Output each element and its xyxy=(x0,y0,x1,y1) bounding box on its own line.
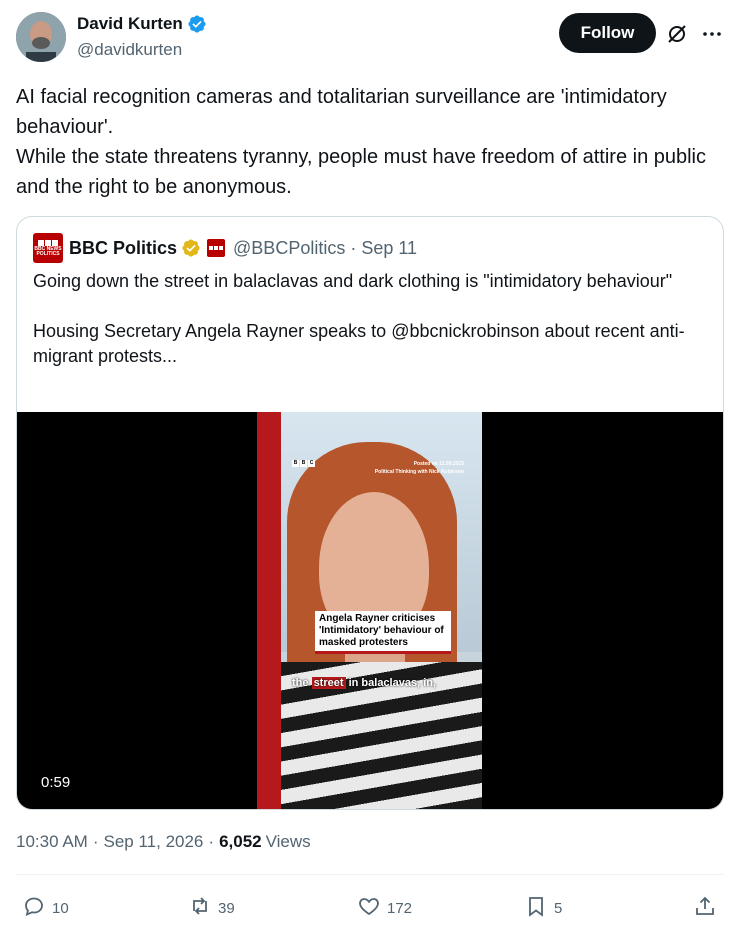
video-subtitle: the street in balaclavas, in, xyxy=(292,677,436,689)
repost-button[interactable]: 39 xyxy=(188,894,235,922)
quote-date[interactable]: Sep 11 xyxy=(361,238,417,259)
verified-badge-icon xyxy=(187,14,207,34)
video-frame: BBC Posted on 11.09.2025 Political Think… xyxy=(257,412,482,809)
bookmark-button[interactable]: 5 xyxy=(524,894,562,922)
quote-text: Going down the street in balaclavas and … xyxy=(33,269,709,369)
tweet-text-line: AI facial recognition cameras and totali… xyxy=(16,86,667,138)
like-count: 172 xyxy=(387,899,413,917)
author-name-row[interactable]: David Kurten xyxy=(77,14,207,34)
gold-verified-badge-icon xyxy=(181,238,201,258)
tweet-time[interactable]: 10:30 AM xyxy=(16,832,88,852)
grok-icon[interactable] xyxy=(665,22,689,46)
tweet-date[interactable]: Sep 11, 2026 xyxy=(104,832,204,852)
reply-button[interactable]: 10 xyxy=(22,894,69,922)
quoted-tweet-card[interactable]: BBC NEWS POLITICS BBC Politics @BBCPolit… xyxy=(16,216,724,810)
share-icon xyxy=(693,894,717,922)
separator-dot: · xyxy=(350,237,357,258)
quote-avatar-text: BBC NEWS POLITICS xyxy=(34,245,62,257)
author-handle[interactable]: @davidkurten xyxy=(77,40,182,60)
subtitle-highlight: street xyxy=(311,677,346,689)
quote-text-paragraph: Going down the street in balaclavas and … xyxy=(33,271,673,291)
like-button[interactable]: 172 xyxy=(357,894,412,922)
bookmark-icon xyxy=(524,894,548,922)
quote-author-name[interactable]: BBC Politics xyxy=(69,238,177,259)
views-count: 6,052 xyxy=(219,832,262,851)
reply-count: 10 xyxy=(52,899,69,917)
video-duration: 0:59 xyxy=(35,772,77,793)
more-icon[interactable] xyxy=(700,22,724,46)
reply-icon xyxy=(22,894,46,922)
views-label: Views xyxy=(265,832,311,851)
bookmark-count: 5 xyxy=(554,899,563,917)
tweet-text-line: While the state threatens tyranny, peopl… xyxy=(16,146,706,198)
video-bbc-logo: BBC xyxy=(292,460,315,467)
separator-dot: · xyxy=(92,832,99,851)
follow-button[interactable]: Follow xyxy=(559,13,656,53)
heart-icon xyxy=(357,894,381,922)
tweet: David Kurten @davidkurten Follow AI faci… xyxy=(0,0,744,936)
subtitle-pre: the xyxy=(292,677,309,689)
video-meta-line: Political Thinking with Nick Robinson xyxy=(374,469,464,475)
share-button[interactable] xyxy=(693,894,717,922)
quote-avatar[interactable]: BBC NEWS POLITICS xyxy=(33,233,63,263)
tweet-meta: 10:30 AM · Sep 11, 2026 · 6,052 Views xyxy=(16,832,311,852)
tweet-text: AI facial recognition cameras and totali… xyxy=(16,82,728,202)
video-player[interactable]: BBC Posted on 11.09.2025 Political Think… xyxy=(17,412,723,809)
author-name[interactable]: David Kurten xyxy=(77,14,183,34)
affiliate-badge-icon[interactable] xyxy=(207,239,226,257)
subtitle-post: in balaclavas, in, xyxy=(348,677,437,689)
repost-count: 39 xyxy=(218,899,235,917)
avatar[interactable] xyxy=(16,12,66,62)
video-meta: Posted on 11.09.2025 Political Thinking … xyxy=(375,460,464,476)
video-caption: Angela Rayner criticises 'Intimidatory' … xyxy=(315,611,451,654)
quote-header: BBC NEWS POLITICS BBC Politics @BBCPolit… xyxy=(33,233,417,263)
quote-author-handle: @BBCPolitics xyxy=(233,237,346,258)
quote-text-paragraph: Housing Secretary Angela Rayner speaks t… xyxy=(33,321,685,366)
separator-dot: · xyxy=(208,832,215,851)
repost-icon xyxy=(188,894,212,922)
divider xyxy=(16,874,724,875)
video-meta-line: Posted on 11.09.2025 xyxy=(413,461,464,467)
